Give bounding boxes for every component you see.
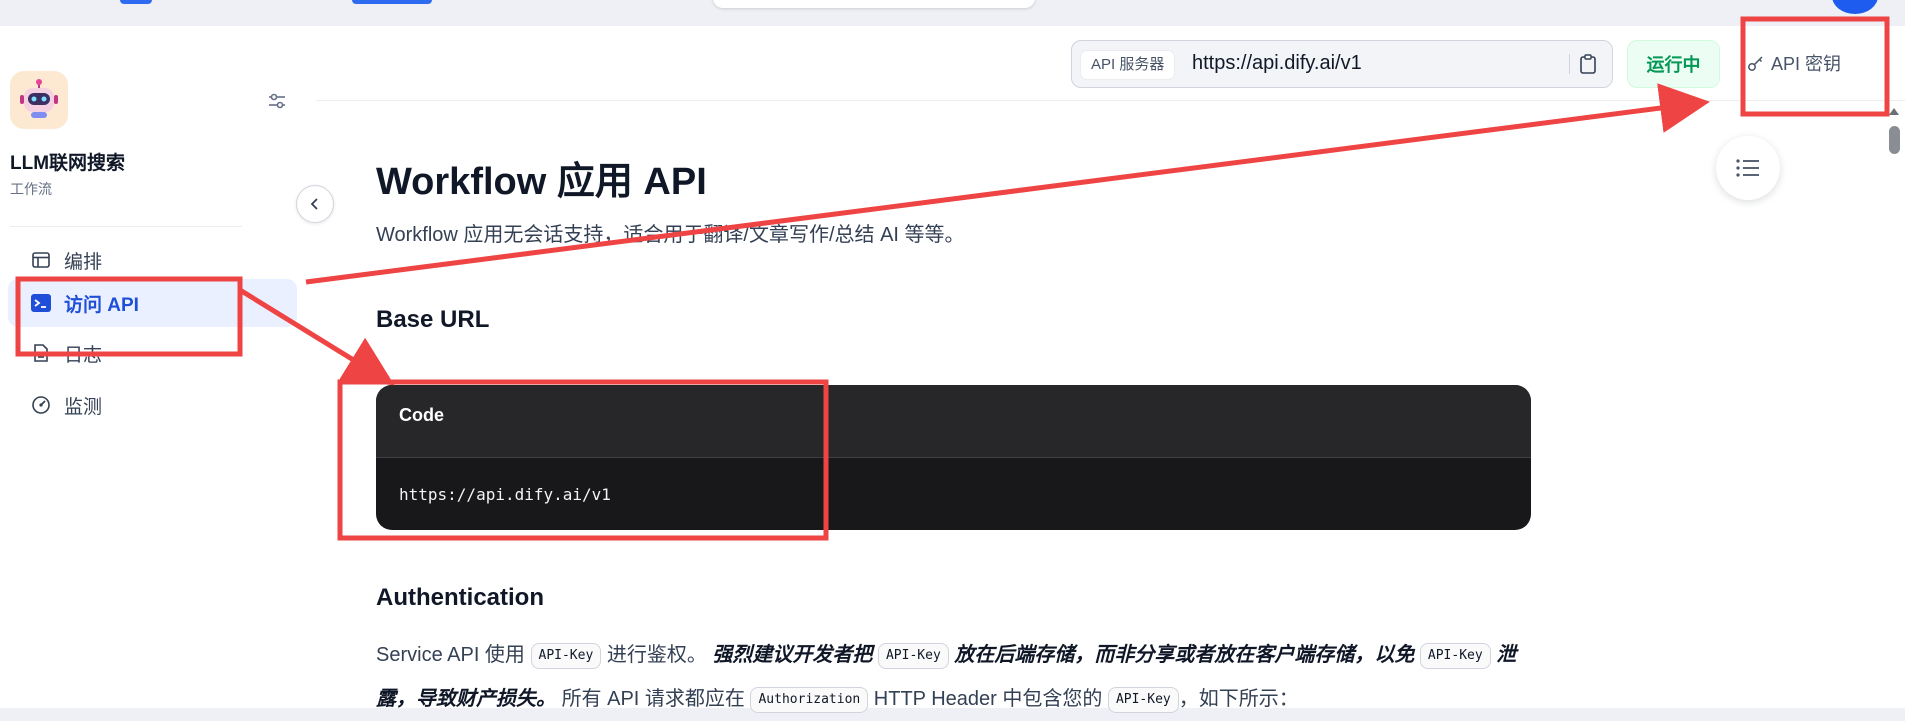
user-avatar[interactable] (1832, 0, 1878, 14)
gauge-icon (28, 392, 54, 418)
page-subtitle: Workflow 应用无会话支持，适合用于翻译/文章写作/总结 AI 等等。 (376, 224, 965, 246)
top-tab-indicator[interactable] (352, 0, 432, 4)
sidebar-item-label: 监测 (64, 396, 103, 418)
main-header: API 服务器 https://api.dify.ai/v1 运行中 API 密… (316, 26, 1905, 101)
browser-top-strip (0, 0, 1905, 26)
sidebar-item-label: 日志 (64, 344, 103, 366)
inline-code: API-Key (877, 642, 949, 669)
sidebar-item-monitoring[interactable]: 监测 (8, 381, 297, 429)
text-run: 所有 API 请求都应在 (561, 688, 745, 710)
api-key-button[interactable]: API 密钥 (1747, 46, 1841, 80)
vertical-scrollbar[interactable] (1884, 102, 1905, 708)
clipboard-icon (1580, 54, 1596, 74)
main-panel: API 服务器 https://api.dify.ai/v1 运行中 API 密… (316, 26, 1905, 713)
app-robot-icon (10, 71, 68, 129)
sidebar-divider (10, 226, 242, 227)
inline-code: API-Key (1419, 642, 1491, 669)
table-of-contents-button[interactable] (1716, 136, 1780, 200)
emphasis-text: 放在后端存储，而非分享或者放在客户端存储，以免 (954, 644, 1415, 666)
app-name: LLM联网搜索 (10, 153, 126, 174)
sidebar: LLM联网搜索 工作流 编排 访问 API 日志 监测 (0, 26, 316, 708)
sidebar-item-orchestrate[interactable]: 编排 (8, 236, 297, 284)
copy-url-button[interactable] (1576, 52, 1600, 76)
inline-code: Authorization (750, 686, 869, 713)
section-heading-base-url: Base URL (376, 306, 490, 333)
emphasis-text: 强烈建议开发者把 (712, 644, 873, 666)
code-block-header (376, 385, 1531, 458)
api-server-url[interactable]: https://api.dify.ai/v1 (1192, 52, 1362, 75)
text-run: HTTP Header 中包含您的 (873, 688, 1103, 710)
code-block-title: Code (399, 405, 444, 425)
sidebar-item-api-access[interactable]: 访问 API (8, 279, 297, 327)
inline-code: API-Key (530, 642, 602, 669)
api-server-tag: API 服务器 (1080, 50, 1176, 80)
api-key-label: API 密钥 (1771, 54, 1842, 74)
inline-code: API-Key (1107, 686, 1179, 713)
api-server-field: API 服务器 https://api.dify.ai/v1 (1071, 40, 1613, 88)
sliders-icon (269, 93, 285, 109)
app-settings-button[interactable] (265, 89, 289, 113)
text-run: ，如下所示： (1178, 688, 1299, 710)
text-run: Service API 使用 (376, 644, 525, 666)
key-icon (1747, 54, 1765, 72)
list-icon (1736, 159, 1759, 177)
scroll-thumb[interactable] (1889, 126, 1900, 154)
sidebar-item-logs[interactable]: 日志 (8, 329, 297, 377)
terminal-icon (28, 290, 54, 316)
app-type: 工作流 (10, 181, 52, 197)
page-title: Workflow 应用 API (376, 161, 707, 203)
top-search-bar[interactable] (713, 0, 1035, 8)
file-icon (28, 340, 54, 366)
chevron-left-icon (310, 198, 318, 210)
status-badge: 运行中 (1627, 40, 1720, 88)
scroll-up-arrow[interactable] (1889, 108, 1899, 115)
code-block: Code https://api.dify.ai/v1 (376, 385, 1531, 530)
layout-icon (28, 247, 54, 273)
sidebar-item-label: 访问 API (64, 294, 139, 316)
sidebar-item-label: 编排 (64, 251, 103, 273)
top-tab-indicator[interactable] (120, 0, 152, 4)
code-block-text[interactable]: https://api.dify.ai/v1 (399, 485, 611, 504)
collapse-sidebar-button[interactable] (296, 185, 334, 223)
section-heading-authentication: Authentication (376, 584, 544, 611)
text-run: 进行鉴权。 (606, 644, 707, 666)
divider (1569, 54, 1570, 74)
